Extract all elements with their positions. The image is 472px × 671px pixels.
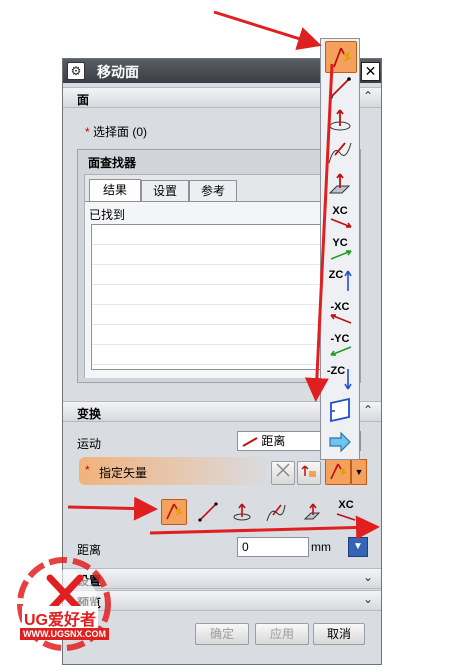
watermark-url: WWW.UGSNX.COM [20,628,109,640]
annotation-arrow [149,515,380,540]
annotation-arrow [213,10,322,51]
annotation-arrow [67,496,158,521]
watermark-brand: UG爱好者 [22,606,99,630]
watermark-logo: UG爱好者 WWW.UGSNX.COM [10,548,130,668]
annotation-arrow [304,63,334,402]
